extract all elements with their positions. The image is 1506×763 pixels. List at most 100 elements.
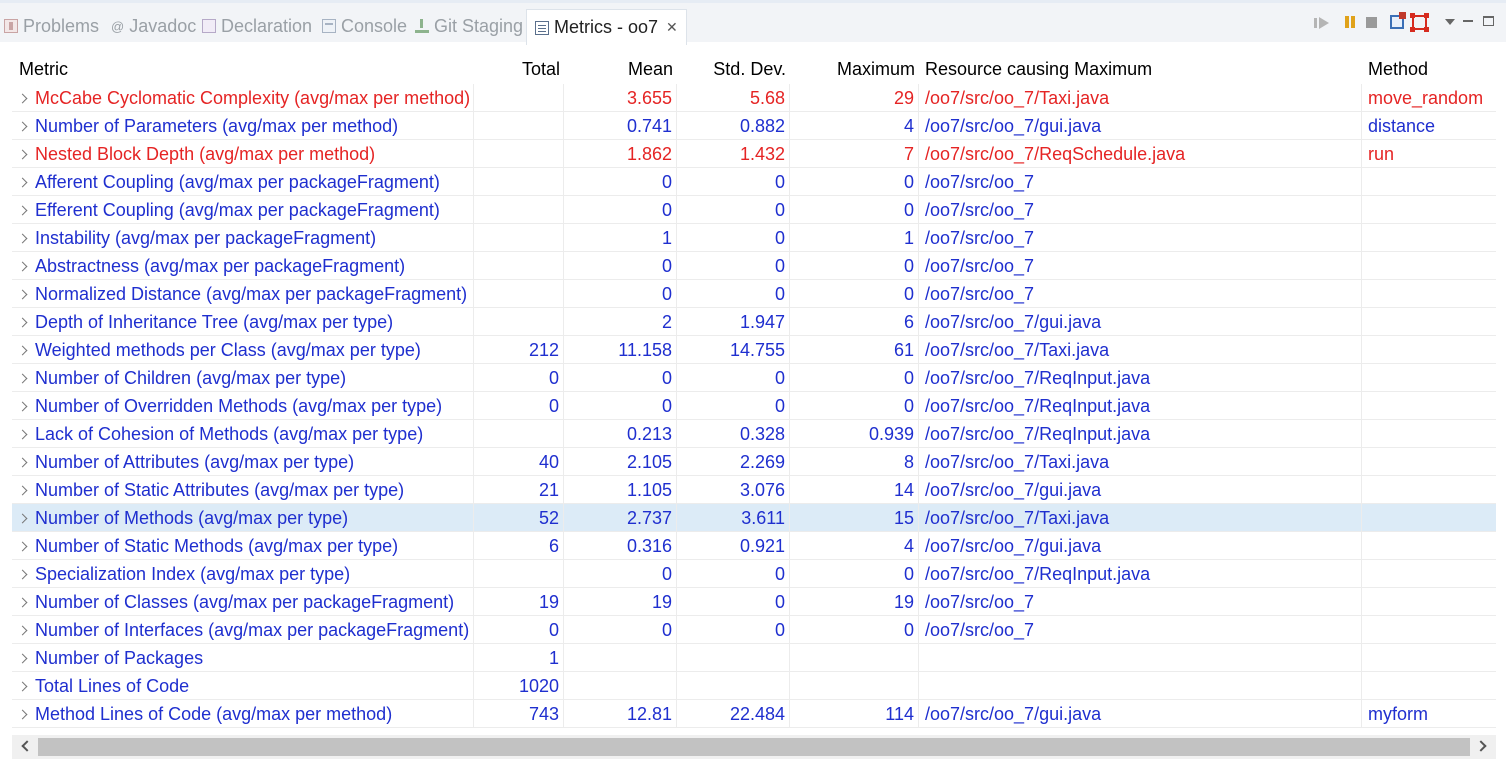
column-header-mean[interactable]: Mean: [564, 54, 677, 84]
column-header-std-dev[interactable]: Std. Dev.: [677, 54, 790, 84]
column-header-metric[interactable]: Metric: [12, 54, 474, 84]
table-row[interactable]: Number of Static Methods (avg/max per ty…: [12, 532, 1496, 560]
column-header-method[interactable]: Method: [1362, 54, 1496, 84]
table-row[interactable]: Number of Packages 1: [12, 644, 1496, 672]
method-cell: [1362, 252, 1496, 279]
stop-icon[interactable]: [1366, 17, 1377, 28]
close-icon[interactable]: ✕: [666, 19, 678, 36]
metric-label: Number of Attributes (avg/max per type): [35, 452, 355, 472]
tab-git-staging[interactable]: Git Staging: [415, 11, 523, 41]
total-cell: [474, 196, 564, 223]
method-cell: [1362, 280, 1496, 307]
method-cell: [1362, 504, 1496, 531]
table-row[interactable]: Method Lines of Code (avg/max per method…: [12, 700, 1496, 728]
chevron-right-icon[interactable]: [17, 345, 28, 356]
column-header-resource[interactable]: Resource causing Maximum: [919, 54, 1362, 84]
chevron-right-icon[interactable]: [17, 513, 28, 524]
chevron-right-icon[interactable]: [17, 681, 28, 692]
mean-cell: 3.655: [564, 84, 677, 111]
dependency-graph-icon[interactable]: [1410, 13, 1427, 30]
chevron-right-icon[interactable]: [17, 121, 28, 132]
chevron-right-icon[interactable]: [17, 289, 28, 300]
table-row[interactable]: Lack of Cohesion of Methods (avg/max per…: [12, 420, 1496, 448]
total-cell: 0: [474, 616, 564, 643]
view-menu-icon[interactable]: [1445, 19, 1455, 25]
tab-problems[interactable]: Problems: [4, 11, 99, 41]
total-cell: [474, 168, 564, 195]
table-row[interactable]: Total Lines of Code 1020: [12, 672, 1496, 700]
metric-cell: Number of Parameters (avg/max per method…: [12, 112, 474, 139]
total-cell: [474, 420, 564, 447]
chevron-right-icon[interactable]: [17, 373, 28, 384]
metric-cell: Normalized Distance (avg/max per package…: [12, 280, 474, 307]
run-icon[interactable]: [1314, 17, 1329, 29]
column-header-maximum[interactable]: Maximum: [790, 54, 919, 84]
chevron-right-icon[interactable]: [17, 485, 28, 496]
table-row[interactable]: Number of Attributes (avg/max per type) 4…: [12, 448, 1496, 476]
metric-label: Weighted methods per Class (avg/max per …: [35, 340, 421, 360]
table-row[interactable]: Number of Methods (avg/max per type) 52 2.…: [12, 504, 1496, 532]
scrollbar-thumb[interactable]: [38, 738, 1470, 756]
table-row[interactable]: Afferent Coupling (avg/max per packageFr…: [12, 168, 1496, 196]
table-row[interactable]: Number of Children (avg/max per type) 0 0 0…: [12, 364, 1496, 392]
chevron-right-icon[interactable]: [17, 709, 28, 720]
chevron-right-icon[interactable]: [17, 541, 28, 552]
resource-cell: /oo7/src/oo_7: [919, 196, 1362, 223]
chevron-right-icon[interactable]: [17, 653, 28, 664]
maximum-cell: 19: [790, 588, 919, 615]
minimize-icon[interactable]: [1463, 20, 1473, 22]
table-row[interactable]: McCabe Cyclomatic Complexity (avg/max pe…: [12, 84, 1496, 112]
pause-icon[interactable]: [1343, 15, 1357, 29]
chevron-right-icon[interactable]: [17, 429, 28, 440]
chevron-right-icon[interactable]: [17, 233, 28, 244]
metric-label: McCabe Cyclomatic Complexity (avg/max pe…: [35, 88, 471, 108]
chevron-right-icon[interactable]: [17, 597, 28, 608]
table-row[interactable]: Normalized Distance (avg/max per package…: [12, 280, 1496, 308]
chevron-right-icon[interactable]: [17, 149, 28, 160]
std-dev-cell: 0: [677, 168, 790, 195]
metric-label: Total Lines of Code: [35, 676, 190, 696]
metric-cell: Abstractness (avg/max per packageFragmen…: [12, 252, 474, 279]
table-row[interactable]: Abstractness (avg/max per packageFragmen…: [12, 252, 1496, 280]
chevron-right-icon[interactable]: [17, 177, 28, 188]
column-header-total[interactable]: Total: [474, 54, 564, 84]
chevron-right-icon[interactable]: [17, 93, 28, 104]
table-row[interactable]: Instability (avg/max per packageFragment…: [12, 224, 1496, 252]
resource-cell: /oo7/src/oo_7/gui.java: [919, 308, 1362, 335]
maximum-cell: 15: [790, 504, 919, 531]
tab-declaration[interactable]: Declaration: [202, 11, 312, 41]
table-row[interactable]: Number of Parameters (avg/max per method…: [12, 112, 1496, 140]
table-row[interactable]: Efferent Coupling (avg/max per packageFr…: [12, 196, 1496, 224]
scroll-right-icon[interactable]: [1475, 740, 1487, 752]
chevron-right-icon[interactable]: [17, 625, 28, 636]
horizontal-scrollbar[interactable]: [12, 735, 1496, 759]
std-dev-cell: 0.882: [677, 112, 790, 139]
export-icon[interactable]: [1390, 12, 1406, 29]
chevron-right-icon[interactable]: [17, 401, 28, 412]
table-row[interactable]: Number of Interfaces (avg/max per packag…: [12, 616, 1496, 644]
resource-cell: /oo7/src/oo_7/Taxi.java: [919, 504, 1362, 531]
table-row[interactable]: Number of Static Attributes (avg/max per…: [12, 476, 1496, 504]
chevron-right-icon[interactable]: [17, 457, 28, 468]
tab-metrics[interactable]: Metrics - oo7 ✕: [526, 9, 687, 45]
tab-console[interactable]: Console: [322, 11, 407, 41]
chevron-right-icon[interactable]: [17, 261, 28, 272]
maximum-cell: 114: [790, 700, 919, 727]
tab-javadoc[interactable]: @ Javadoc: [111, 11, 196, 41]
chevron-right-icon[interactable]: [17, 317, 28, 328]
maximize-icon[interactable]: [1483, 16, 1494, 26]
metric-cell: Number of Methods (avg/max per type): [12, 504, 474, 531]
table-row[interactable]: Depth of Inheritance Tree (avg/max per t…: [12, 308, 1496, 336]
total-cell: [474, 308, 564, 335]
chevron-right-icon[interactable]: [17, 569, 28, 580]
table-row[interactable]: Number of Overridden Methods (avg/max pe…: [12, 392, 1496, 420]
metric-cell: Number of Interfaces (avg/max per packag…: [12, 616, 474, 643]
table-row[interactable]: Specialization Index (avg/max per type) 0…: [12, 560, 1496, 588]
table-row[interactable]: Nested Block Depth (avg/max per method) 1…: [12, 140, 1496, 168]
table-row[interactable]: Weighted methods per Class (avg/max per …: [12, 336, 1496, 364]
std-dev-cell: 0.921: [677, 532, 790, 559]
chevron-right-icon[interactable]: [17, 205, 28, 216]
console-icon: [322, 19, 336, 33]
table-row[interactable]: Number of Classes (avg/max per packageFr…: [12, 588, 1496, 616]
scroll-left-icon[interactable]: [21, 740, 33, 752]
